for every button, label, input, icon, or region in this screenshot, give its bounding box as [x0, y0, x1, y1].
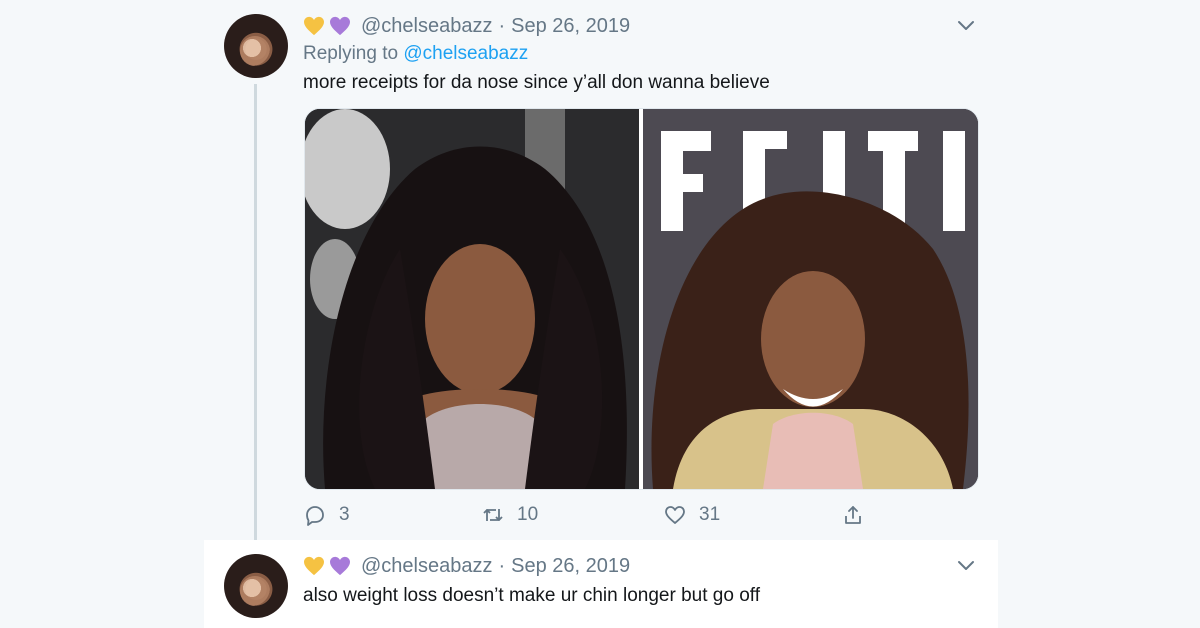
photo-right[interactable]	[643, 109, 978, 489]
tweet-media[interactable]	[304, 108, 979, 490]
reply-icon	[306, 506, 324, 526]
avatar[interactable]	[224, 14, 288, 78]
retweet-icon	[483, 509, 503, 521]
tweet-header: @chelseabazz · Sep 26, 2019	[303, 554, 630, 578]
retweet-count: 10	[517, 504, 539, 525]
thread-connector-line	[254, 84, 257, 556]
tweet-header: @chelseabazz · Sep 26, 2019	[303, 14, 630, 38]
yellow-heart-icon	[303, 556, 325, 576]
share-button[interactable]	[841, 500, 877, 530]
tweet[interactable]: @chelseabazz · Sep 26, 2019 also weight …	[204, 540, 998, 628]
tweet-text: more receipts for da nose since y’all do…	[303, 72, 770, 93]
retweet-button[interactable]: 10	[481, 500, 538, 530]
tweet-thread: @chelseabazz · Sep 26, 2019 Replying to …	[204, 0, 998, 628]
reply-count: 3	[339, 504, 350, 525]
tweet-date[interactable]: Sep 26, 2019	[511, 15, 630, 38]
like-button[interactable]: 31	[663, 500, 720, 530]
tweet[interactable]: @chelseabazz · Sep 26, 2019 Replying to …	[204, 0, 998, 556]
tweet-text: also weight loss doesn’t make ur chin lo…	[303, 585, 760, 606]
chevron-down-icon[interactable]	[954, 554, 978, 578]
like-count: 31	[699, 504, 721, 525]
reply-button[interactable]: 3	[303, 500, 350, 530]
user-handle[interactable]: @chelseabazz	[361, 555, 492, 578]
tweet-date[interactable]: Sep 26, 2019	[511, 555, 630, 578]
avatar[interactable]	[224, 554, 288, 618]
like-heart-icon	[665, 506, 685, 524]
chevron-down-icon[interactable]	[954, 14, 978, 38]
replying-to: Replying to @chelseabazz	[303, 43, 528, 65]
photo-left[interactable]	[305, 109, 639, 489]
purple-heart-icon	[329, 556, 351, 576]
tweet-actions: 3 10 31	[303, 500, 883, 530]
user-handle[interactable]: @chelseabazz	[361, 15, 492, 38]
replying-to-label: Replying to	[303, 43, 399, 64]
purple-heart-icon	[329, 16, 351, 36]
yellow-heart-icon	[303, 16, 325, 36]
separator-dot: ·	[498, 14, 506, 37]
mention-link[interactable]: @chelseabazz	[403, 43, 528, 64]
separator-dot: ·	[498, 554, 506, 577]
share-icon	[845, 506, 861, 524]
